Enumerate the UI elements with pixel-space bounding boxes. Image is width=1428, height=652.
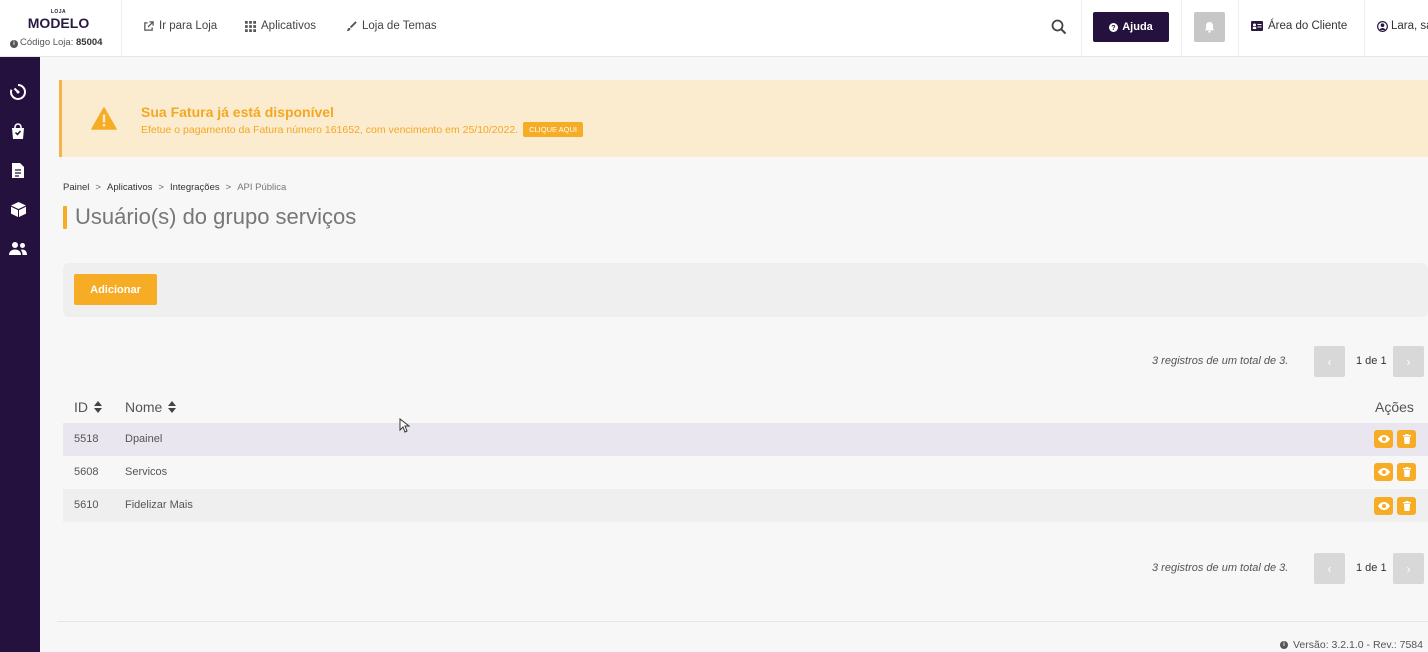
warning-icon	[91, 107, 117, 130]
row-id: 5610	[74, 499, 99, 511]
sort-icon	[168, 401, 177, 413]
store-code-value: 85004	[76, 37, 103, 48]
table-row[interactable]: 5610 Fidelizar Mais	[63, 489, 1428, 522]
nav-apps[interactable]: Aplicativos	[245, 20, 316, 32]
breadcrumb-item-aplicativos[interactable]: Aplicativos	[107, 182, 152, 193]
version-info: i Versão: 3.2.1.0 - Rev.: 7584	[1280, 639, 1423, 651]
trash-icon	[1402, 467, 1411, 477]
title-accent-bar	[63, 206, 67, 229]
delete-button[interactable]	[1397, 430, 1416, 448]
user-circle-icon	[1377, 20, 1388, 32]
breadcrumb-separator: >	[95, 182, 101, 193]
help-button[interactable]: ? Ajuda	[1093, 12, 1169, 42]
invoice-alert: Sua Fatura já está disponível Efetue o p…	[59, 80, 1428, 157]
divider	[1181, 0, 1182, 57]
brush-icon	[346, 20, 357, 31]
row-name: Servicos	[125, 466, 168, 478]
row-name: Fidelizar Mais	[125, 499, 193, 511]
pagination-page: 1 de 1	[1356, 355, 1387, 367]
sort-icon	[94, 401, 102, 413]
sidebar	[0, 57, 40, 652]
info-icon: i	[10, 40, 18, 48]
document-icon[interactable]	[8, 160, 28, 180]
view-button[interactable]	[1374, 463, 1393, 481]
delete-button[interactable]	[1397, 463, 1416, 481]
mouse-cursor-icon	[399, 418, 410, 433]
column-header-actions: Ações	[1375, 399, 1414, 415]
shopping-bag-icon[interactable]	[8, 121, 28, 141]
action-panel	[63, 263, 1428, 317]
divider	[1238, 0, 1239, 57]
notifications-button[interactable]	[1194, 12, 1225, 42]
bell-icon	[1204, 21, 1215, 33]
id-card-icon	[1251, 21, 1263, 31]
column-header-actions-label: Ações	[1375, 399, 1414, 415]
store-logo[interactable]: LOJA MODELO i Código Loja: 85004	[0, 0, 122, 57]
page-title: Usuário(s) do grupo serviços	[75, 204, 357, 229]
row-id: 5608	[74, 466, 99, 478]
nav-theme-store-label: Loja de Temas	[362, 20, 437, 32]
column-header-name-label: Nome	[125, 399, 163, 415]
alert-text-line: Efetue o pagamento da Fatura número 1616…	[141, 122, 584, 137]
box-icon[interactable]	[8, 199, 28, 219]
column-header-id[interactable]: ID	[74, 399, 102, 415]
alert-click-here-button[interactable]: CLIQUE AQUI	[523, 122, 584, 137]
top-bar: LOJA MODELO i Código Loja: 85004 Ir para …	[0, 0, 1428, 57]
question-circle-icon: ?	[1109, 22, 1119, 32]
column-header-name[interactable]: Nome	[125, 399, 177, 415]
eye-icon	[1377, 502, 1390, 510]
help-label: Ajuda	[1122, 21, 1153, 33]
dashboard-icon[interactable]	[8, 82, 28, 102]
pagination-summary: 3 registros de um total de 3.	[1152, 355, 1289, 367]
breadcrumb-current: API Pública	[237, 182, 287, 193]
alert-title: Sua Fatura já está disponível	[141, 104, 334, 120]
row-name: Dpainel	[125, 433, 163, 445]
nav-theme-store[interactable]: Loja de Temas	[346, 20, 437, 32]
nav-go-to-store[interactable]: Ir para Loja	[143, 20, 217, 32]
nav-go-to-store-label: Ir para Loja	[159, 20, 218, 32]
view-button[interactable]	[1374, 497, 1393, 515]
breadcrumb-separator: >	[225, 182, 232, 193]
column-header-id-label: ID	[74, 399, 88, 415]
svg-text:?: ?	[1112, 23, 1116, 32]
client-area-label: Área do Cliente	[1268, 20, 1348, 32]
divider	[1364, 0, 1365, 57]
pagination-next-button[interactable]: ›	[1393, 553, 1424, 584]
table-row[interactable]: 5518 Dpainel	[63, 423, 1428, 456]
breadcrumb-item-integracoes[interactable]: Integrações	[170, 182, 220, 193]
trash-icon	[1402, 434, 1411, 444]
eye-icon	[1377, 435, 1390, 443]
store-code: i Código Loja: 85004	[10, 37, 102, 48]
search-icon[interactable]	[1051, 19, 1067, 35]
pagination-prev-button[interactable]: ‹	[1314, 553, 1345, 584]
footer-divider	[57, 621, 1428, 622]
external-link-icon	[144, 20, 154, 31]
table-row[interactable]: 5608 Servicos	[63, 456, 1428, 489]
view-button[interactable]	[1374, 430, 1393, 448]
users-icon[interactable]	[8, 238, 28, 258]
alert-message: Efetue o pagamento da Fatura número 1616…	[141, 123, 519, 136]
eye-icon	[1377, 468, 1390, 476]
pagination-prev-button[interactable]: ‹	[1314, 346, 1345, 377]
client-area-link[interactable]: Área do Cliente	[1251, 20, 1347, 32]
pagination-next-button[interactable]: ›	[1393, 346, 1424, 377]
logo-text: MODELO	[27, 15, 90, 31]
row-id: 5518	[74, 433, 99, 445]
version-text: Versão: 3.2.1.0 - Rev.: 7584	[1293, 639, 1423, 651]
info-icon: i	[1280, 641, 1288, 649]
breadcrumb-separator: >	[158, 182, 164, 193]
grid-icon	[245, 20, 256, 32]
divider	[1081, 0, 1082, 57]
nav-apps-label: Aplicativos	[261, 20, 316, 32]
breadcrumb: Painel > Aplicativos > Integrações > API…	[63, 182, 286, 193]
store-code-label: Código Loja:	[20, 37, 74, 48]
trash-icon	[1402, 501, 1411, 511]
user-label: Lara, sa	[1391, 20, 1428, 32]
add-button[interactable]: Adicionar	[74, 274, 157, 305]
breadcrumb-item-painel[interactable]: Painel	[63, 182, 89, 193]
pagination-page: 1 de 1	[1356, 562, 1387, 574]
user-menu[interactable]: Lara, sa	[1377, 20, 1428, 32]
delete-button[interactable]	[1397, 497, 1416, 515]
pagination-summary: 3 registros de um total de 3.	[1152, 562, 1289, 574]
